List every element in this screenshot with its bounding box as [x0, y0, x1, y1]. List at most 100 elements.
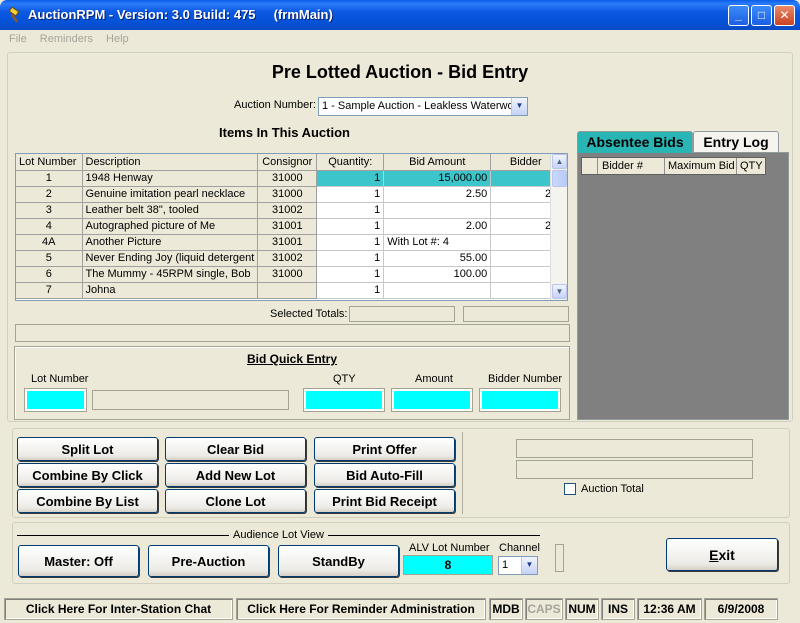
col-bidder-no[interactable]: Bidder #: [602, 160, 643, 172]
qty-input[interactable]: [303, 388, 385, 412]
menu-bar: File Reminders Help: [4, 30, 796, 50]
items-table: Lot Number Description Consignor Quantit…: [16, 154, 562, 299]
cell-consignor: 31002: [257, 202, 318, 219]
cell-quantity[interactable]: 1: [316, 282, 385, 299]
reminder-admin-link[interactable]: Click Here For Reminder Administration: [236, 598, 486, 620]
cell-quantity[interactable]: 1: [316, 202, 385, 219]
cell-lot: 5: [16, 250, 83, 267]
add-new-lot-button[interactable]: Add New Lot: [165, 463, 306, 487]
alv-lot-number-field[interactable]: 8: [403, 555, 493, 575]
table-row[interactable]: 4 Autographed picture of Me 31001 1 2.00…: [16, 218, 562, 235]
auction-total-checkbox[interactable]: [564, 483, 576, 495]
cell-quantity[interactable]: 1: [316, 186, 385, 203]
cell-lot: 6: [16, 266, 83, 283]
page-title: Pre Lotted Auction - Bid Entry: [271, 62, 529, 82]
grid-header-row: Lot Number Description Consignor Quantit…: [16, 154, 562, 171]
standby-button[interactable]: StandBy: [278, 545, 399, 577]
col-consignor[interactable]: Consignor: [257, 154, 318, 171]
caps-indicator: CAPS: [525, 598, 563, 620]
cell-bid-amount[interactable]: [383, 282, 492, 299]
col-bid-amount[interactable]: Bid Amount: [383, 154, 492, 171]
time-display: 12:36 AM: [637, 598, 702, 620]
ins-indicator: INS: [601, 598, 635, 620]
col-maximum-bid[interactable]: Maximum Bid: [668, 160, 735, 172]
absentee-bids-panel: Bidder # Maximum Bid QTY: [577, 152, 789, 420]
qty-label: QTY: [333, 373, 356, 385]
pre-auction-button[interactable]: Pre-Auction: [148, 545, 269, 577]
table-row[interactable]: 5 Never Ending Joy (liquid detergent 310…: [16, 250, 562, 267]
minimize-button[interactable]: _: [728, 5, 749, 26]
tab-entry-log[interactable]: Entry Log: [693, 131, 779, 153]
split-lot-button[interactable]: Split Lot: [17, 437, 158, 461]
cell-quantity[interactable]: 1: [316, 266, 385, 283]
items-grid[interactable]: Lot Number Description Consignor Quantit…: [15, 153, 568, 301]
auction-total-label: Auction Total: [581, 483, 644, 495]
col-quantity[interactable]: Quantity:: [316, 154, 385, 171]
menu-help[interactable]: Help: [101, 30, 134, 48]
bidder-number-label: Bidder Number: [488, 373, 562, 385]
cell-consignor: 31002: [257, 250, 318, 267]
cell-bid-amount[interactable]: With Lot #: 4: [383, 234, 492, 251]
combine-by-list-button[interactable]: Combine By List: [17, 489, 158, 513]
cell-description: Another Picture: [82, 234, 259, 251]
inter-station-chat-link[interactable]: Click Here For Inter-Station Chat: [4, 598, 233, 620]
cell-lot: 4A: [16, 234, 83, 251]
cell-bid-amount[interactable]: 15,000.00: [383, 170, 492, 187]
cell-consignor: 31000: [257, 170, 318, 187]
cell-quantity[interactable]: 1: [316, 234, 385, 251]
clone-lot-button[interactable]: Clone Lot: [165, 489, 306, 513]
quick-entry-title: Bid Quick Entry: [247, 352, 338, 366]
cell-consignor: 31001: [257, 234, 318, 251]
channel-select[interactable]: 1 ▼: [498, 556, 538, 575]
close-button[interactable]: ✕: [774, 5, 795, 26]
lot-number-input[interactable]: [24, 388, 87, 412]
selected-totals-field-1: [349, 306, 455, 322]
exit-button[interactable]: Exit: [666, 538, 778, 571]
title-bar[interactable]: AuctionRPM - Version: 3.0 Build: 475 (fr…: [0, 0, 800, 30]
master-button[interactable]: Master: Off: [18, 545, 139, 577]
col-qty[interactable]: QTY: [740, 160, 763, 172]
channel-value: 1: [502, 559, 509, 571]
gavel-icon: [8, 7, 20, 23]
cell-bid-amount[interactable]: 100.00: [383, 266, 492, 283]
col-description[interactable]: Description: [82, 154, 259, 171]
print-bid-receipt-button[interactable]: Print Bid Receipt: [314, 489, 455, 513]
menu-file[interactable]: File: [4, 30, 32, 48]
cell-quantity[interactable]: 1: [316, 250, 385, 267]
channel-label: Channel: [499, 542, 540, 554]
cell-bid-amount[interactable]: 2.00: [383, 218, 492, 235]
cell-description: Autographed picture of Me: [82, 218, 259, 235]
cell-bid-amount[interactable]: 55.00: [383, 250, 492, 267]
maximize-button[interactable]: □: [751, 5, 772, 26]
scroll-down-icon[interactable]: ▼: [552, 284, 567, 299]
table-row[interactable]: 3 Leather belt 38", tooled 31002 1: [16, 202, 562, 219]
combine-by-click-button[interactable]: Combine By Click: [17, 463, 158, 487]
cell-quantity[interactable]: 1: [316, 218, 385, 235]
scroll-up-icon[interactable]: ▲: [552, 154, 567, 169]
bid-auto-fill-button[interactable]: Bid Auto-Fill: [314, 463, 455, 487]
bidder-number-input[interactable]: [479, 388, 561, 412]
amount-label: Amount: [415, 373, 453, 385]
table-row[interactable]: 7 Johna 1: [16, 282, 562, 299]
cell-bid-amount[interactable]: 2.50: [383, 186, 492, 203]
col-lot-number[interactable]: Lot Number: [16, 154, 83, 171]
chevron-down-icon[interactable]: ▼: [511, 98, 527, 115]
print-offer-button[interactable]: Print Offer: [314, 437, 455, 461]
cell-lot: 4: [16, 218, 83, 235]
grid-scrollbar[interactable]: ▲ ▼: [550, 154, 567, 300]
menu-reminders[interactable]: Reminders: [35, 30, 98, 48]
table-row[interactable]: 1 1948 Henway 31000 1 15,000.00 1: [16, 170, 562, 187]
amount-input[interactable]: [391, 388, 473, 412]
tab-absentee-bids[interactable]: Absentee Bids: [577, 131, 693, 153]
table-row[interactable]: 4A Another Picture 31001 1 With Lot #: 4: [16, 234, 562, 251]
clear-bid-button[interactable]: Clear Bid: [165, 437, 306, 461]
auction-number-select[interactable]: 1 - Sample Auction - Leakless Waterwo ▼: [318, 97, 528, 116]
status-strip: [15, 324, 570, 342]
chevron-down-icon[interactable]: ▼: [521, 557, 537, 574]
table-row[interactable]: 6 The Mummy - 45RPM single, Bob 31000 1 …: [16, 266, 562, 283]
cell-quantity[interactable]: 1: [316, 170, 385, 187]
scroll-thumb[interactable]: [552, 170, 567, 187]
cell-description: Johna: [82, 282, 259, 299]
cell-bid-amount[interactable]: [383, 202, 492, 219]
table-row[interactable]: 2 Genuine imitation pearl necklace 31000…: [16, 186, 562, 203]
